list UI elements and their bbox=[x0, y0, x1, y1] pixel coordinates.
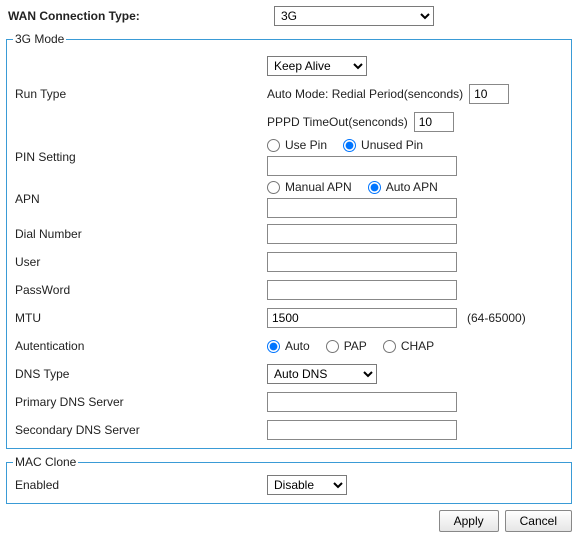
apn-auto-radio[interactable] bbox=[368, 181, 381, 194]
primary-dns-label: Primary DNS Server bbox=[13, 395, 267, 409]
auth-auto-text: Auto bbox=[285, 339, 310, 353]
secondary-dns-input[interactable] bbox=[267, 420, 457, 440]
redial-label: Auto Mode: Redial Period(senconds) bbox=[267, 87, 463, 101]
auth-pap-radio-label[interactable]: PAP bbox=[326, 339, 367, 353]
secondary-dns-label: Secondary DNS Server bbox=[13, 423, 267, 437]
mac-enabled-select[interactable]: Disable bbox=[267, 475, 347, 495]
pin-unused-radio-label[interactable]: Unused Pin bbox=[343, 138, 423, 152]
auth-chap-radio-label[interactable]: CHAP bbox=[383, 339, 434, 353]
auth-pap-text: PAP bbox=[344, 339, 367, 353]
dns-type-select[interactable]: Auto DNS bbox=[267, 364, 377, 384]
pppd-input[interactable] bbox=[414, 112, 454, 132]
user-input[interactable] bbox=[267, 252, 457, 272]
pin-use-radio-label[interactable]: Use Pin bbox=[267, 138, 327, 152]
mac-enabled-label: Enabled bbox=[13, 478, 267, 492]
mtu-label: MTU bbox=[13, 311, 267, 325]
legend-mac-clone: MAC Clone bbox=[13, 455, 78, 469]
password-input[interactable] bbox=[267, 280, 457, 300]
auth-label: Autentication bbox=[13, 339, 267, 353]
legend-3g-mode: 3G Mode bbox=[13, 32, 66, 46]
pin-unused-text: Unused Pin bbox=[361, 138, 423, 152]
fieldset-mac-clone: MAC Clone Enabled Disable bbox=[6, 455, 572, 504]
password-label: PassWord bbox=[13, 283, 267, 297]
pin-use-radio[interactable] bbox=[267, 139, 280, 152]
primary-dns-input[interactable] bbox=[267, 392, 457, 412]
dns-type-label: DNS Type bbox=[13, 367, 267, 381]
auth-auto-radio[interactable] bbox=[267, 340, 280, 353]
pin-use-text: Use Pin bbox=[285, 138, 327, 152]
auth-chap-radio[interactable] bbox=[383, 340, 396, 353]
dial-number-input[interactable] bbox=[267, 224, 457, 244]
apn-label: APN bbox=[13, 192, 267, 206]
run-type-select[interactable]: Keep Alive bbox=[267, 56, 367, 76]
auth-pap-radio[interactable] bbox=[326, 340, 339, 353]
redial-input[interactable] bbox=[469, 84, 509, 104]
apply-button[interactable]: Apply bbox=[439, 510, 499, 532]
auth-chap-text: CHAP bbox=[401, 339, 434, 353]
apn-manual-radio[interactable] bbox=[267, 181, 280, 194]
apn-auto-text: Auto APN bbox=[386, 180, 438, 194]
wan-type-label: WAN Connection Type: bbox=[6, 9, 274, 23]
dial-number-label: Dial Number bbox=[13, 227, 267, 241]
run-type-label: Run Type bbox=[13, 87, 267, 101]
apn-manual-text: Manual APN bbox=[285, 180, 352, 194]
fieldset-3g-mode: 3G Mode Keep Alive Run Type Auto Mode: R… bbox=[6, 32, 572, 449]
apn-input[interactable] bbox=[267, 198, 457, 218]
pin-setting-label: PIN Setting bbox=[13, 150, 267, 164]
pppd-label: PPPD TimeOut(senconds) bbox=[267, 115, 408, 129]
mtu-input[interactable] bbox=[267, 308, 457, 328]
apn-auto-radio-label[interactable]: Auto APN bbox=[368, 180, 438, 194]
wan-type-select[interactable]: 3G bbox=[274, 6, 434, 26]
apn-manual-radio-label[interactable]: Manual APN bbox=[267, 180, 352, 194]
auth-auto-radio-label[interactable]: Auto bbox=[267, 339, 310, 353]
pin-input[interactable] bbox=[267, 156, 457, 176]
mtu-note: (64-65000) bbox=[467, 311, 526, 325]
cancel-button[interactable]: Cancel bbox=[505, 510, 572, 532]
user-label: User bbox=[13, 255, 267, 269]
pin-unused-radio[interactable] bbox=[343, 139, 356, 152]
